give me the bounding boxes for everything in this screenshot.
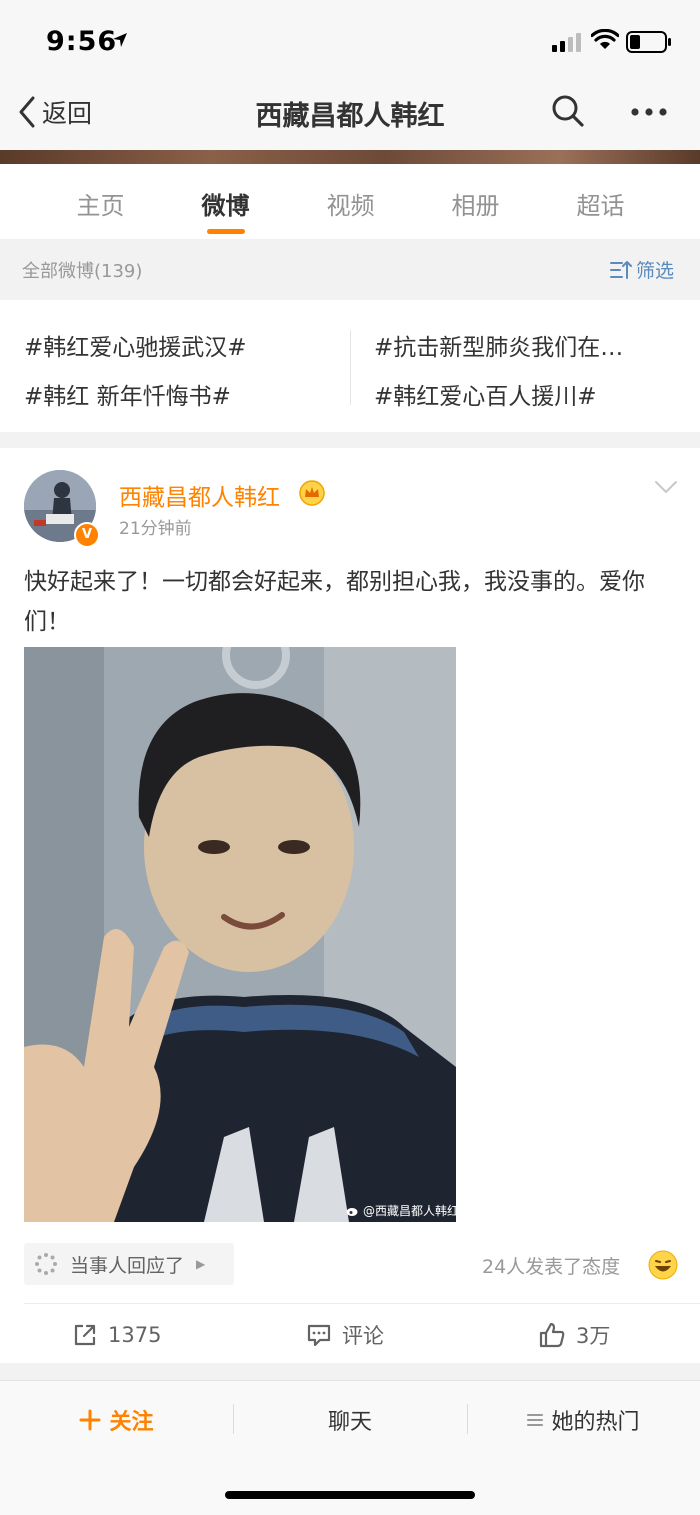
spinner-icon [35, 1253, 57, 1275]
tab-super-topic[interactable]: 超话 [538, 164, 663, 239]
chevron-down-icon[interactable] [654, 480, 678, 494]
tab-home[interactable]: 主页 [38, 164, 163, 239]
topic-divider [350, 330, 351, 405]
share-count: 1375 [108, 1323, 162, 1347]
topic-link[interactable]: #韩红 新年忏悔书# [24, 377, 231, 411]
verified-badge-icon: V [74, 522, 100, 548]
follow-label: 关注 [109, 1410, 154, 1435]
list-icon [527, 1414, 544, 1426]
nav-bar [0, 80, 700, 150]
back-label: 返回 [42, 99, 93, 128]
crown-icon [299, 480, 325, 506]
home-indicator [225, 1491, 475, 1499]
hot-posts-label: 她的热门 [551, 1410, 640, 1435]
share-button[interactable]: 1375 [72, 1316, 161, 1354]
back-button[interactable]: 返回 [18, 92, 92, 132]
chat-button[interactable]: 聊天 [233, 1400, 467, 1440]
wifi-icon [591, 29, 619, 49]
like-button[interactable]: 3万 [538, 1316, 610, 1354]
card-divider [24, 1303, 700, 1304]
topic-link[interactable]: #韩红爱心驰援武汉# [24, 328, 247, 362]
cellular-signal-icon [552, 33, 581, 52]
weibo-logo-icon [346, 1207, 358, 1216]
filter-label: 筛选 [636, 260, 675, 282]
chevron-left-icon [19, 96, 35, 128]
follow-button[interactable]: 关注 [0, 1400, 233, 1440]
selfie-illustration [24, 647, 456, 1222]
photo-watermark: @西藏昌都人韩红 [346, 1202, 459, 1219]
search-icon[interactable] [550, 93, 586, 129]
comment-icon [307, 1324, 331, 1347]
post-text: 快好起来了！一切都会好起来，都别担心我，我没事的。爱你们！ [24, 569, 645, 635]
location-arrow-icon [113, 33, 127, 47]
profile-tabs: 主页 微博 视频 相册 超话 [0, 164, 700, 239]
watermark-text: @西藏昌都人韩红 [363, 1204, 460, 1218]
more-icon[interactable] [630, 107, 668, 117]
response-label: 当事人回应了 [70, 1254, 185, 1277]
topic-link[interactable]: #韩红爱心百人援川# [374, 377, 597, 411]
response-button[interactable]: 当事人回应了 ▶ [24, 1243, 234, 1285]
like-count: 3万 [576, 1324, 611, 1348]
profile-cover-strip [0, 150, 700, 164]
laughing-emoji-icon [648, 1250, 678, 1280]
status-time: 9:56 [46, 26, 118, 57]
attitude-count[interactable]: 24人发表了态度 [482, 1252, 620, 1279]
share-icon [74, 1324, 96, 1346]
topic-link[interactable]: #抗击新型肺炎我们在… [374, 328, 674, 362]
tab-video[interactable]: 视频 [288, 164, 413, 239]
filter-icon [610, 260, 632, 279]
active-tab-indicator [207, 229, 245, 234]
triangle-right-icon: ▶ [196, 1257, 206, 1271]
filter-button[interactable]: 筛选 [610, 256, 674, 283]
hot-posts-button[interactable]: 她的热门 [467, 1400, 700, 1440]
post-photo[interactable] [24, 647, 456, 1222]
post-count-label: 全部微博(139) [22, 261, 143, 282]
plus-icon [79, 1409, 101, 1431]
tab-album[interactable]: 相册 [413, 164, 538, 239]
post-timestamp: 21分钟前 [119, 519, 192, 539]
post-author[interactable]: 西藏昌都人韩红 [119, 478, 280, 512]
comment-button[interactable]: 评论 [306, 1316, 384, 1354]
tab-weibo-label: 微博 [201, 192, 250, 220]
tab-weibo[interactable]: 微博 [163, 164, 288, 239]
thumbs-up-icon [539, 1322, 565, 1348]
chat-label: 聊天 [327, 1410, 372, 1435]
comment-label: 评论 [342, 1324, 384, 1348]
battery-icon [626, 31, 671, 53]
